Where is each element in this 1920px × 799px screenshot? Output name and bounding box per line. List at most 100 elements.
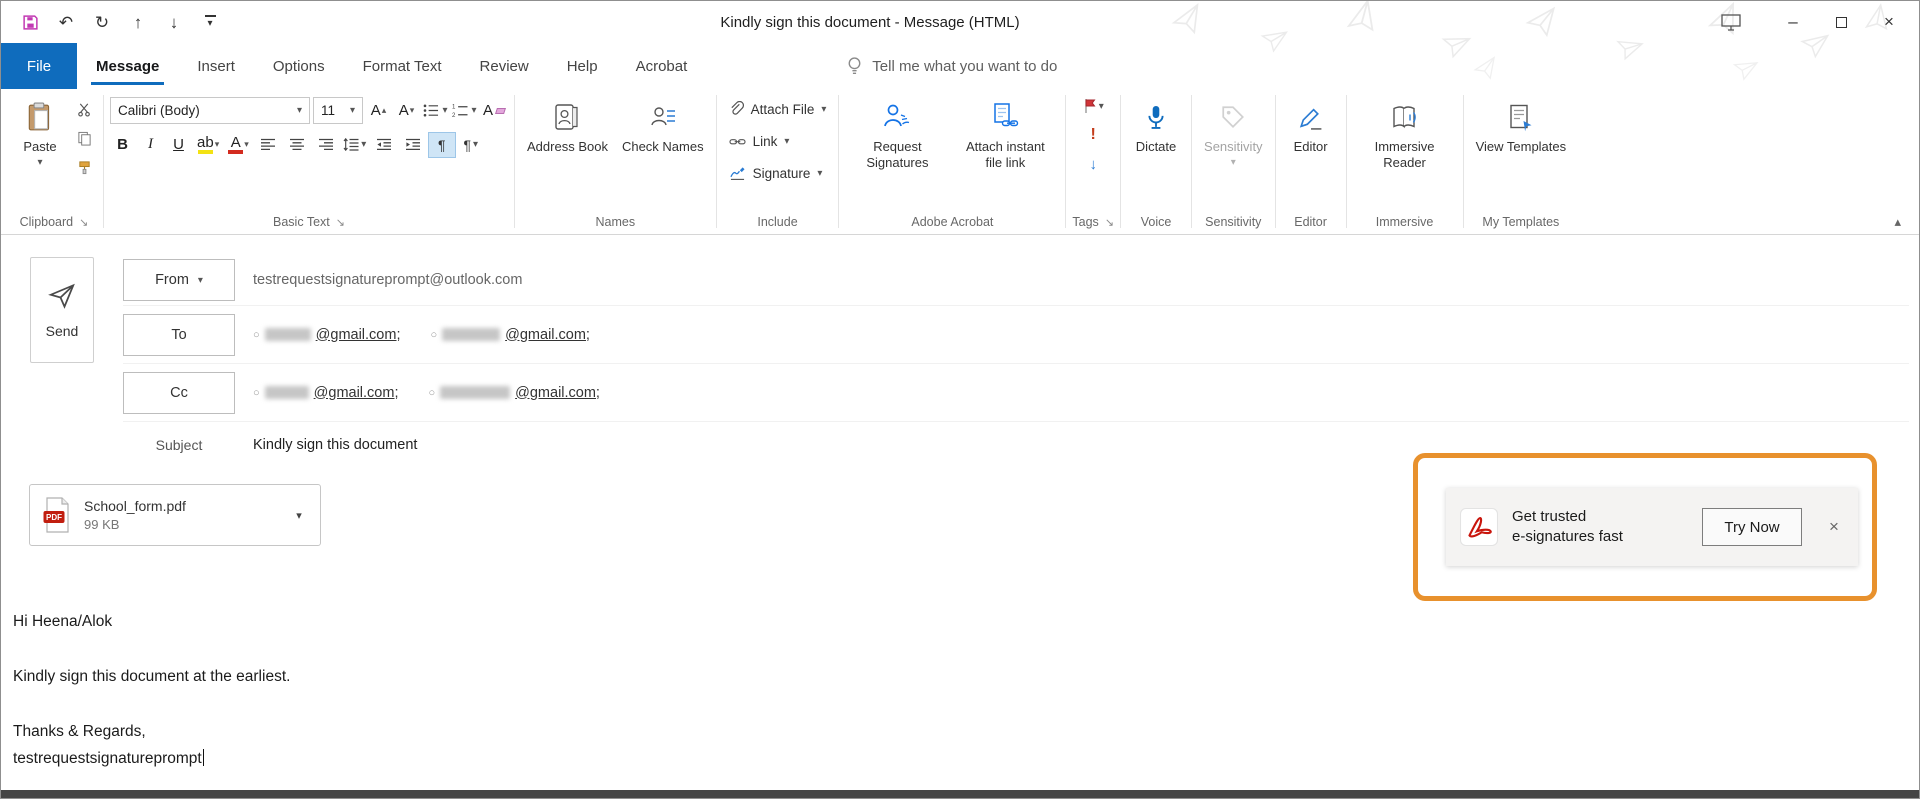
recipient-chip[interactable]: ○ @gmail.com;: [430, 327, 589, 343]
tab-format-text[interactable]: Format Text: [344, 43, 461, 89]
chevron-down-icon: ▾: [350, 105, 355, 116]
underline-button[interactable]: U: [166, 132, 191, 157]
format-painter-icon: [77, 160, 92, 175]
attachment-chip[interactable]: PDF School_form.pdf 99 KB ▾: [29, 484, 321, 546]
chevron-down-icon: ▾: [471, 105, 476, 116]
high-importance-button[interactable]: !: [1080, 123, 1106, 147]
paragraph-marks-button[interactable]: ¶▾: [458, 133, 484, 157]
send-button[interactable]: Send: [30, 257, 94, 363]
tab-file[interactable]: File: [1, 43, 77, 89]
tab-options[interactable]: Options: [254, 43, 344, 89]
font-name-combobox[interactable]: Calibri (Body)▾: [110, 97, 310, 124]
cc-recipients-field[interactable]: ○ @gmail.com; ○ @gmail.com;: [239, 385, 630, 401]
line-spacing-button[interactable]: ▾: [342, 133, 368, 157]
recipient-chip[interactable]: ○ @gmail.com;: [428, 385, 599, 401]
paste-button[interactable]: Paste ▾: [11, 94, 69, 169]
tell-me-box[interactable]: Tell me what you want to do: [846, 43, 1057, 89]
grow-font-button[interactable]: A▴: [366, 98, 391, 123]
align-right-button[interactable]: [313, 133, 339, 157]
copy-button[interactable]: [71, 126, 97, 150]
attach-instant-file-link-button[interactable]: Attach instant file link: [951, 94, 1059, 173]
tell-me-label: Tell me what you want to do: [872, 58, 1057, 75]
immersive-group: Immersive Reader Immersive: [1347, 89, 1463, 234]
link-button[interactable]: Link ▾: [723, 126, 796, 156]
names-group-label: Names: [596, 215, 636, 229]
to-recipients-field[interactable]: ○ @gmail.com; ○ @gmail.com;: [239, 327, 620, 343]
editor-button[interactable]: Editor: [1282, 94, 1340, 157]
immersive-reader-button[interactable]: Immersive Reader: [1353, 94, 1457, 173]
increase-indent-icon: [405, 138, 421, 151]
recipient-email[interactable]: @gmail.com;: [314, 385, 399, 401]
maximize-restore-button[interactable]: [1817, 2, 1865, 42]
tab-insert[interactable]: Insert: [178, 43, 254, 89]
svg-text:PDF: PDF: [46, 513, 62, 522]
body-signature-line: testrequestsignatureprompt: [13, 749, 1919, 769]
align-left-button[interactable]: [255, 133, 281, 157]
align-center-button[interactable]: [284, 133, 310, 157]
text-cursor: [203, 749, 205, 766]
from-address[interactable]: testrequestsignatureprompt@outlook.com: [239, 272, 522, 288]
request-signatures-button[interactable]: Request Signatures: [845, 94, 949, 173]
include-group-label: Include: [757, 215, 797, 229]
tab-message[interactable]: Message: [77, 43, 178, 89]
follow-up-flag-button[interactable]: ▾: [1080, 94, 1106, 118]
chevron-down-icon: ▾: [37, 159, 42, 167]
format-painter-button[interactable]: [71, 155, 97, 179]
sensitivity-group-label: Sensitivity: [1205, 215, 1261, 229]
low-importance-button[interactable]: ↓: [1080, 152, 1106, 176]
view-templates-button[interactable]: View Templates: [1470, 94, 1573, 157]
minimize-button[interactable]: –: [1769, 2, 1817, 42]
attachment-meta: School_form.pdf 99 KB: [84, 498, 270, 532]
ltr-paragraph-button[interactable]: ¶: [429, 133, 455, 157]
text-highlight-color-button[interactable]: ab▾: [194, 132, 222, 157]
dictate-button[interactable]: Dictate: [1127, 94, 1185, 157]
attachment-size: 99 KB: [84, 517, 270, 532]
font-color-button[interactable]: A▾: [225, 132, 252, 157]
clear-formatting-button[interactable]: A: [480, 98, 508, 123]
presence-circle-icon: ○: [253, 387, 260, 399]
recipient-chip[interactable]: ○ @gmail.com;: [253, 385, 398, 401]
redacted-recipient-name: [440, 386, 510, 399]
tags-group: ▾ ! ↓ Tags↘: [1066, 89, 1120, 234]
numbering-button[interactable]: 12▾: [451, 99, 477, 123]
sensitivity-button[interactable]: Sensitivity ▾: [1198, 94, 1269, 169]
cut-button[interactable]: [71, 97, 97, 121]
maximize-icon: [1836, 17, 1847, 28]
decrease-indent-button[interactable]: [371, 133, 397, 157]
try-now-button[interactable]: Try Now: [1702, 508, 1802, 546]
attachment-options-button[interactable]: ▾: [282, 485, 316, 545]
address-book-button[interactable]: Address Book: [521, 94, 614, 157]
recipient-chip[interactable]: ○ @gmail.com;: [253, 327, 400, 343]
tab-acrobat[interactable]: Acrobat: [617, 43, 707, 89]
italic-button[interactable]: I: [138, 132, 163, 157]
clipboard-dialog-launcher-icon[interactable]: ↘: [79, 216, 88, 229]
outlook-message-window: ↶ ↻ ↑ ↓ ▾ Kindly sign this document - Me…: [0, 0, 1920, 799]
chevron-down-icon: ▾: [1231, 159, 1236, 167]
bullets-button[interactable]: ▾: [422, 99, 448, 123]
shrink-font-button[interactable]: A▾: [394, 98, 419, 123]
signature-button[interactable]: Signature ▾: [723, 158, 829, 188]
align-right-icon: [318, 138, 334, 151]
close-button[interactable]: ×: [1865, 2, 1913, 42]
collapse-ribbon-button[interactable]: ▴: [1894, 214, 1901, 230]
tags-dialog-launcher-icon[interactable]: ↘: [1105, 216, 1114, 229]
recipient-email[interactable]: @gmail.com;: [316, 327, 401, 343]
toast-close-button[interactable]: ×: [1816, 507, 1852, 547]
subject-field[interactable]: Kindly sign this document: [239, 437, 417, 453]
tab-review[interactable]: Review: [461, 43, 548, 89]
recipient-email[interactable]: @gmail.com;: [505, 327, 590, 343]
touch-mouse-mode-button[interactable]: [1707, 2, 1755, 42]
from-button[interactable]: From ▾: [123, 259, 235, 301]
names-group: Address Book Check Names Names: [515, 89, 716, 234]
chevron-down-icon: ▾: [1099, 101, 1104, 112]
increase-indent-button[interactable]: [400, 133, 426, 157]
to-button[interactable]: To: [123, 314, 235, 356]
bold-button[interactable]: B: [110, 132, 135, 157]
basic-text-dialog-launcher-icon[interactable]: ↘: [336, 216, 345, 229]
font-size-combobox[interactable]: 11▾: [313, 97, 363, 124]
tab-help[interactable]: Help: [548, 43, 617, 89]
check-names-button[interactable]: Check Names: [616, 94, 710, 157]
attach-file-button[interactable]: Attach File ▾: [723, 94, 833, 124]
cc-button[interactable]: Cc: [123, 372, 235, 414]
recipient-email[interactable]: @gmail.com;: [515, 385, 600, 401]
